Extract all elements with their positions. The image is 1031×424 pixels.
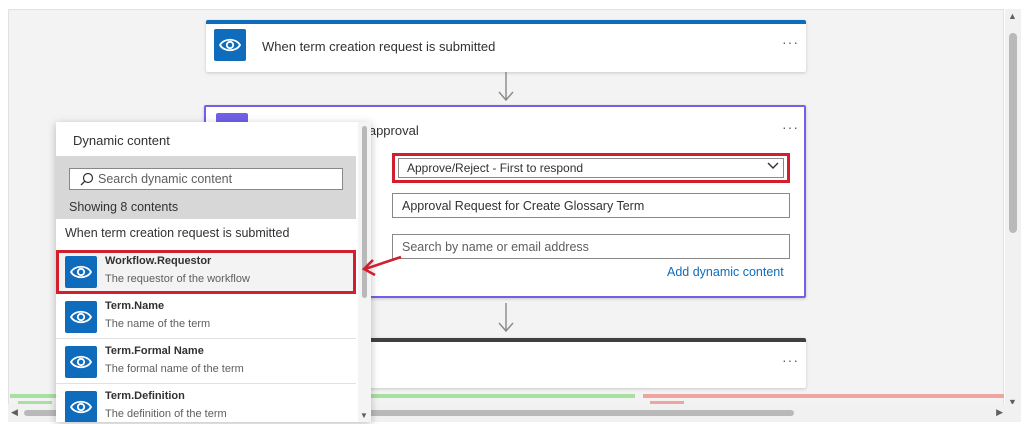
trigger-title: When term creation request is submitted — [262, 39, 496, 54]
chevron-down-icon — [767, 160, 779, 174]
search-placeholder: Search dynamic content — [98, 172, 233, 186]
dynamic-item-name: Workflow.Requestor — [105, 255, 212, 267]
eye-icon — [65, 301, 97, 333]
condition-more-button[interactable]: ··· — [782, 352, 799, 368]
dynamic-item-description: The definition of the term — [105, 408, 227, 420]
eye-icon — [65, 391, 97, 422]
eye-icon — [65, 256, 97, 288]
dynamic-item-name: Term.Formal Name — [105, 345, 204, 357]
approval-more-button[interactable]: ··· — [782, 119, 799, 135]
trigger-more-button[interactable]: ··· — [782, 34, 799, 50]
canvas-vertical-scrollbar[interactable]: ▲ ▼ — [1005, 9, 1021, 409]
eye-icon — [214, 29, 246, 61]
dynamic-item-term-definition[interactable]: Term.Definition The definition of the te… — [56, 385, 356, 422]
dynamic-item-description: The formal name of the term — [105, 363, 244, 375]
dynamic-item-workflow-requestor[interactable]: Workflow.Requestor The requestor of the … — [56, 250, 356, 294]
scroll-down-icon[interactable]: ▼ — [360, 411, 368, 420]
scroll-right-icon[interactable]: ▶ — [996, 407, 1003, 418]
assigned-to-field[interactable]: Search by name or email address — [392, 234, 790, 259]
dynamic-content-search-input[interactable]: Search dynamic content — [69, 168, 343, 190]
add-dynamic-content-link[interactable]: Add dynamic content — [667, 265, 784, 279]
eye-icon — [65, 346, 97, 378]
vertical-scroll-thumb[interactable] — [1009, 33, 1017, 233]
content-count: Showing 8 contents — [69, 200, 179, 214]
approval-type-select[interactable]: Approve/Reject - First to respond — [392, 153, 790, 183]
annotation-arrow-icon — [361, 253, 403, 286]
approval-type-value: Approve/Reject - First to respond — [398, 158, 784, 178]
scroll-left-icon[interactable]: ◀ — [11, 407, 18, 418]
dynamic-item-term-name[interactable]: Term.Name The name of the term — [56, 295, 356, 339]
arrow-down-icon — [496, 72, 516, 102]
dynamic-item-description: The requestor of the workflow — [105, 273, 250, 285]
search-icon — [80, 172, 94, 189]
dynamic-item-term-formal-name[interactable]: Term.Formal Name The formal name of the … — [56, 340, 356, 384]
dynamic-content-search-area: Search dynamic content Showing 8 content… — [56, 156, 356, 219]
dynamic-content-header: Dynamic content — [73, 133, 170, 148]
dynamic-item-name: Term.Name — [105, 300, 165, 312]
dynamic-content-panel: Dynamic content Search dynamic content S… — [56, 122, 371, 422]
arrow-down-icon — [496, 303, 516, 333]
dynamic-item-name: Term.Definition — [105, 390, 185, 402]
approval-title-field[interactable]: Approval Request for Create Glossary Ter… — [392, 193, 790, 218]
dynamic-item-description: The name of the term — [105, 318, 211, 330]
dynamic-section-label: When term creation request is submitted — [65, 226, 290, 240]
branch-no-bar — [643, 394, 1004, 398]
scroll-up-icon[interactable]: ▲ — [1008, 11, 1017, 21]
trigger-card[interactable]: When term creation request is submitted … — [206, 20, 806, 72]
